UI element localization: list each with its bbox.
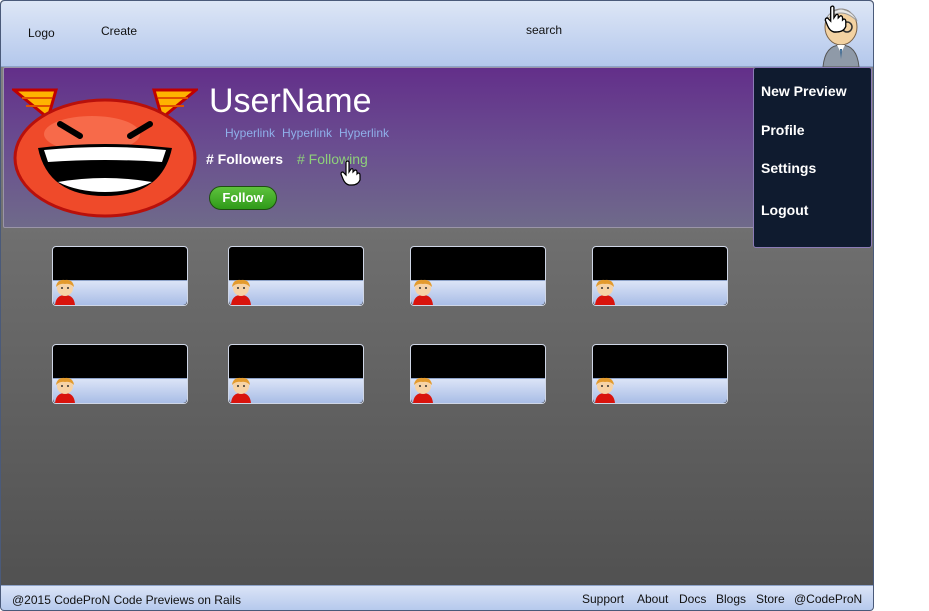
preview-card[interactable] <box>228 344 364 404</box>
preview-card[interactable] <box>410 344 546 404</box>
preview-card[interactable] <box>52 344 188 404</box>
menu-item-new-preview[interactable]: New Preview <box>761 83 847 99</box>
footer-bar: @2015 CodeProN Code Previews on Rails Su… <box>1 585 873 610</box>
preview-card[interactable] <box>228 246 364 306</box>
followers-count-link[interactable]: # Followers <box>206 151 283 167</box>
thumbnail-avatar-icon <box>231 377 251 403</box>
top-navigation-bar: Logo Create search <box>1 1 873 67</box>
thumbnail-avatar-icon <box>595 279 615 305</box>
footer-link-store[interactable]: Store <box>756 592 785 606</box>
devil-face-icon <box>12 88 198 218</box>
footer-link-blogs[interactable]: Blogs <box>716 592 746 606</box>
footer-link-docs[interactable]: Docs <box>679 592 706 606</box>
thumbnail-avatar-icon <box>231 279 251 305</box>
profile-banner: UserName Hyperlink Hyperlink Hyperlink #… <box>3 67 755 228</box>
copyright-text: @2015 CodeProN Code Previews on Rails <box>12 593 241 607</box>
user-dropdown-menu: New Preview Profile Settings Logout <box>753 67 872 248</box>
footer-link-support[interactable]: Support <box>582 592 624 606</box>
hand-cursor-icon <box>340 160 361 186</box>
preview-card[interactable] <box>592 246 728 306</box>
follow-button[interactable]: Follow <box>209 186 277 210</box>
profile-username: UserName <box>209 82 372 120</box>
profile-hyperlink[interactable]: Hyperlink <box>282 126 332 140</box>
profile-hyperlink[interactable]: Hyperlink <box>225 126 275 140</box>
menu-item-logout[interactable]: Logout <box>761 202 808 218</box>
menu-item-profile[interactable]: Profile <box>761 122 805 138</box>
thumbnail-avatar-icon <box>413 377 433 403</box>
preview-card[interactable] <box>410 246 546 306</box>
preview-card[interactable] <box>52 246 188 306</box>
hand-cursor-icon <box>824 5 847 33</box>
thumbnail-avatar-icon <box>413 279 433 305</box>
thumbnail-avatar-icon <box>55 377 75 403</box>
thumbnail-avatar-icon <box>595 377 615 403</box>
footer-link-about[interactable]: About <box>637 592 668 606</box>
menu-item-settings[interactable]: Settings <box>761 160 816 176</box>
search-link[interactable]: search <box>526 23 562 37</box>
create-link[interactable]: Create <box>101 24 137 38</box>
app-window: Logo Create search UserName Hyperlink Hy… <box>0 0 874 611</box>
preview-card[interactable] <box>592 344 728 404</box>
logo-link[interactable]: Logo <box>28 26 55 40</box>
profile-hyperlink[interactable]: Hyperlink <box>339 126 389 140</box>
thumbnail-avatar-icon <box>55 279 75 305</box>
footer-link-twitter[interactable]: @CodeProN <box>794 592 862 606</box>
